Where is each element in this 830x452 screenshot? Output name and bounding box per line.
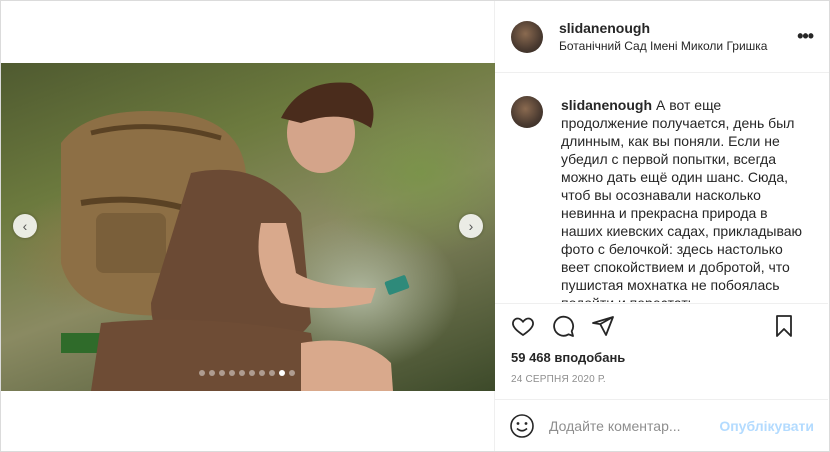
carousel-dot-active: [279, 370, 285, 376]
post-header: slidanenough Ботанічний Сад Імені Миколи…: [495, 1, 829, 73]
post-caption: slidanenough А вот еще продолжение получа…: [561, 96, 811, 302]
chevron-left-icon: ‹: [22, 218, 28, 234]
comments-section: slidanenough А вот еще продолжение получа…: [495, 74, 828, 302]
caption-username-link[interactable]: slidanenough: [561, 97, 652, 113]
caption-avatar[interactable]: [511, 96, 543, 128]
comment-input[interactable]: [549, 417, 699, 434]
post-media: ‹ ›: [1, 1, 495, 451]
add-comment-bar: Опублікувати: [495, 399, 828, 451]
post-sidebar: slidanenough Ботанічний Сад Імені Миколи…: [495, 1, 829, 451]
publish-button[interactable]: Опублікувати: [719, 418, 814, 434]
carousel-dot: [229, 370, 235, 376]
username-link[interactable]: slidanenough: [559, 19, 767, 37]
post-date[interactable]: 24 СЕРПНЯ 2020 Р.: [511, 374, 606, 385]
carousel-dot: [269, 370, 275, 376]
carousel-dot: [199, 370, 205, 376]
chevron-right-icon: ›: [468, 218, 474, 234]
paper-plane-icon[interactable]: [591, 314, 619, 342]
carousel-dot: [259, 370, 265, 376]
more-options-icon[interactable]: •••: [797, 27, 814, 45]
bookmark-icon[interactable]: [772, 314, 800, 342]
previous-slide-button[interactable]: ‹: [13, 214, 37, 238]
location-link[interactable]: Ботанічний Сад Імені Миколи Гришка: [559, 38, 767, 54]
post-container: ‹ › slidanenough Ботанічний Сад Імені Ми…: [0, 0, 830, 452]
smiley-icon[interactable]: [509, 413, 535, 439]
caption-text: А вот еще продолжение получается, день б…: [561, 97, 803, 302]
photo-illustration: [61, 82, 410, 391]
comment-icon[interactable]: [551, 314, 579, 342]
post-photo[interactable]: [1, 63, 495, 391]
heart-icon[interactable]: [511, 314, 539, 342]
likes-count[interactable]: 59 468 вподобань: [511, 350, 625, 365]
carousel-dot: [209, 370, 215, 376]
action-icons: [511, 314, 812, 342]
header-text: slidanenough Ботанічний Сад Імені Миколи…: [559, 19, 767, 54]
action-bar: [495, 303, 828, 351]
next-slide-button[interactable]: ›: [459, 214, 483, 238]
carousel-dot: [249, 370, 255, 376]
avatar[interactable]: [511, 20, 543, 53]
carousel-dot: [289, 370, 295, 376]
carousel-dot: [239, 370, 245, 376]
carousel-dot: [219, 370, 225, 376]
carousel-indicator: [199, 370, 295, 376]
